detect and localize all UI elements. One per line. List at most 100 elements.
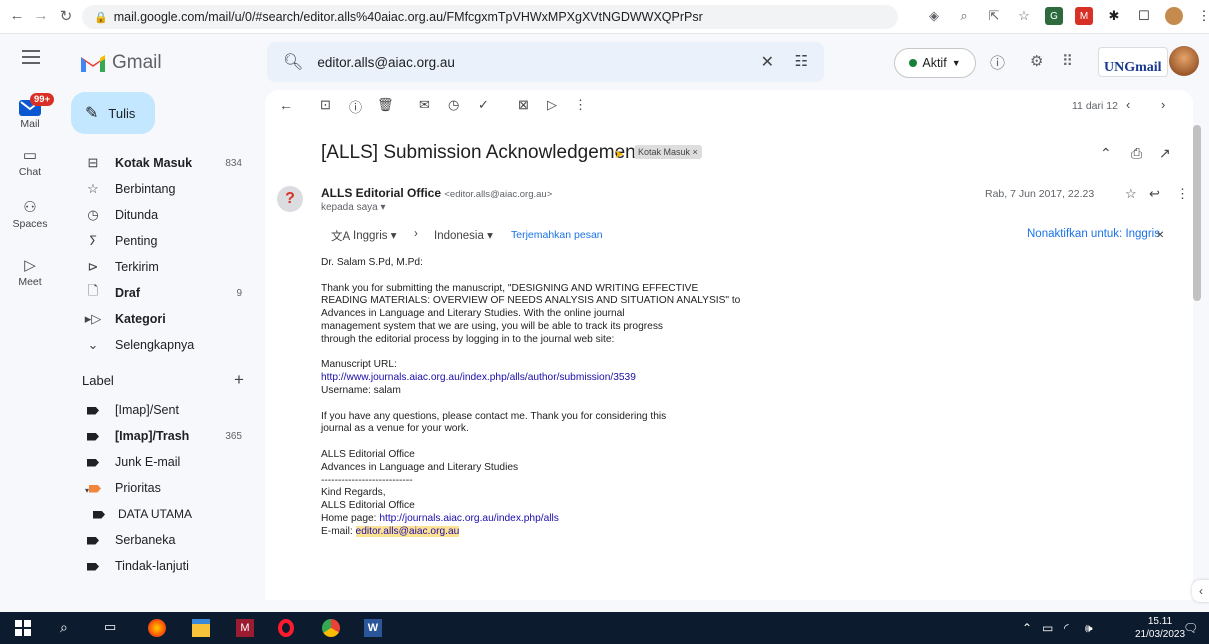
sender-avatar[interactable]: ? <box>277 186 303 212</box>
move-to-icon[interactable]: ⊠ <box>518 97 529 113</box>
menu-icon[interactable] <box>22 50 40 68</box>
side-panel-toggle-icon[interactable]: ‹ <box>1192 580 1209 602</box>
sidebar-label-followup[interactable]: Tindak-lanjuti <box>60 553 262 579</box>
search-bar[interactable]: 🔍︎ ✕ ☷ <box>267 42 824 82</box>
target-language-dropdown[interactable]: Indonesia ▾ <box>434 228 493 242</box>
forward-arrow-icon[interactable]: → <box>30 7 52 24</box>
print-icon[interactable]: ⎙ <box>1131 145 1142 162</box>
volume-icon[interactable]: 🕪︎ <box>1085 621 1093 636</box>
sidebar-item-important[interactable]: ⵢ Penting <box>60 228 262 254</box>
sidebar-label-junk[interactable]: Junk E-mail <box>60 449 262 475</box>
reload-icon[interactable]: ↻ <box>55 7 77 25</box>
extension-icon[interactable]: G <box>1045 7 1063 25</box>
wifi-icon[interactable]: ◜ <box>1064 621 1069 635</box>
bookmark-star-icon[interactable]: ☆ <box>1015 7 1033 25</box>
disable-translation-link[interactable]: Nonaktifkan untuk: Inggris <box>1027 228 1160 240</box>
homepage-link[interactable]: http://journals.aiac.org.au/index.php/al… <box>379 513 559 524</box>
label-icon <box>84 533 102 548</box>
zoom-icon[interactable]: ⌕ <box>955 7 973 25</box>
search-icon[interactable]: 🔍︎ <box>283 52 303 72</box>
draft-icon: 🗋 <box>87 283 99 298</box>
translate-message-link[interactable]: Terjemahkan pesan <box>511 229 603 241</box>
sidebar-item-starred[interactable]: ☆ Berbintang <box>60 176 262 202</box>
rail-spaces[interactable]: ⚇ Spaces <box>0 198 60 230</box>
report-spam-icon[interactable]: ⓘ <box>349 97 362 116</box>
opera-icon[interactable] <box>278 619 294 637</box>
puzzle-icon[interactable]: ✱ <box>1105 7 1123 25</box>
sidebar-label-priority[interactable]: ▾ Prioritas <box>60 475 262 501</box>
profile-icon[interactable] <box>1165 7 1183 25</box>
account-logo[interactable]: UNGmail <box>1098 47 1168 77</box>
important-marker-icon[interactable]: ➤ <box>614 147 624 161</box>
file-explorer-icon[interactable] <box>192 619 210 637</box>
taskbar-clock[interactable]: 15.11 21/03/2023 <box>1135 615 1185 641</box>
tray-chevron-icon[interactable]: ⌃ <box>1022 621 1032 635</box>
more-icon[interactable]: ⋮ <box>1176 186 1189 202</box>
snooze-icon[interactable]: ◷ <box>448 97 459 113</box>
help-icon[interactable]: ⓘ <box>990 52 1005 73</box>
apps-grid-icon[interactable]: ⠿ <box>1062 52 1073 70</box>
scrollbar-thumb[interactable] <box>1193 125 1201 301</box>
recipient-dropdown[interactable]: kepada saya ▾ <box>321 202 386 213</box>
close-icon[interactable]: ✕ <box>1156 230 1164 241</box>
archive-icon[interactable]: ⊡ <box>320 97 331 113</box>
delete-icon[interactable]: 🗑︎ <box>377 97 394 113</box>
category-icon: ▸▷ <box>84 311 102 326</box>
sidebar-item-inbox[interactable]: ⊟ Kotak Masuk 834 <box>60 150 262 176</box>
back-arrow-icon[interactable]: ← <box>6 7 28 24</box>
sidebar-item-sent[interactable]: ⊳ Terkirim <box>60 254 262 280</box>
chrome-icon[interactable] <box>322 619 340 637</box>
next-icon[interactable]: › <box>1161 97 1165 112</box>
windows-taskbar: ⌕ ▭ M W ⌃ ▭ ◜ 🕪︎ 15.11 21/03/2023 🗨︎ <box>0 612 1209 644</box>
more-icon[interactable]: ⋮ <box>1195 7 1209 25</box>
rail-meet[interactable]: ▷ Meet <box>0 256 60 288</box>
firefox-icon[interactable] <box>148 619 166 637</box>
address-bar[interactable]: 🔒 mail.google.com/mail/u/0/#search/edito… <box>82 5 898 29</box>
sidebar-label-misc[interactable]: Serbaneka <box>60 527 262 553</box>
star-icon[interactable]: ☆ <box>1125 186 1137 202</box>
sidebar-item-drafts[interactable]: 🗋 Draf 9 <box>60 280 262 306</box>
sidebar-label-trash[interactable]: [Imap]/Trash 365 <box>60 423 262 449</box>
add-task-icon[interactable]: ✓ <box>478 97 489 113</box>
label-as-icon[interactable]: ▷ <box>547 97 557 113</box>
status-dropdown[interactable]: Aktif ▼ <box>894 48 976 78</box>
source-language-dropdown[interactable]: Inggris ▾ <box>353 228 396 242</box>
prev-icon[interactable]: ‹ <box>1126 97 1130 112</box>
mark-unread-icon[interactable]: ✉ <box>419 97 430 113</box>
settings-icon[interactable]: ⚙ <box>1030 52 1043 70</box>
location-icon[interactable]: ◈ <box>925 7 943 25</box>
sidebar-item-snoozed[interactable]: ◷ Ditunda <box>60 202 262 228</box>
task-view-icon[interactable]: ▭ <box>104 619 122 637</box>
search-icon[interactable]: ⌕ <box>60 619 78 637</box>
battery-icon[interactable]: ▭ <box>1042 621 1053 635</box>
meet-icon: ▷ <box>24 257 36 274</box>
sidebar-label-data-utama[interactable]: DATA UTAMA <box>60 501 262 527</box>
back-icon[interactable]: ← <box>279 97 293 113</box>
sidebar-label-sent[interactable]: [Imap]/Sent <box>60 397 262 423</box>
search-options-icon[interactable]: ☷ <box>795 52 808 70</box>
message-date: Rab, 7 Jun 2017, 22.23 <box>985 188 1095 200</box>
search-input[interactable] <box>317 54 748 70</box>
tab-icon[interactable]: ☐ <box>1135 7 1153 25</box>
sidebar-item-categories[interactable]: ▸▷ Kategori <box>60 306 262 332</box>
inbox-label-chip[interactable]: Kotak Masuk × <box>634 145 702 159</box>
reply-icon[interactable]: ↩ <box>1149 186 1160 202</box>
word-icon[interactable]: W <box>364 619 382 637</box>
open-new-window-icon[interactable]: ↗ <box>1159 145 1171 162</box>
notification-icon[interactable]: 🗨︎ <box>1183 621 1198 635</box>
email-link[interactable]: editor.alls@aiac.org.au <box>355 525 460 537</box>
windows-start-icon[interactable] <box>14 619 32 637</box>
more-icon[interactable]: ⋮ <box>574 97 587 113</box>
mendeley-icon[interactable]: M <box>236 619 254 637</box>
gmail-logo[interactable]: Gmail <box>80 52 162 74</box>
sidebar-item-more[interactable]: ⌄ Selengkapnya <box>60 332 262 358</box>
compose-button[interactable]: ✎ Tulis <box>71 92 155 134</box>
avatar[interactable] <box>1169 46 1199 76</box>
share-icon[interactable]: ⇱ <box>985 7 1003 25</box>
manuscript-link[interactable]: http://www.journals.aiac.org.au/index.ph… <box>321 372 821 385</box>
rail-chat[interactable]: ▭ Chat <box>0 146 60 178</box>
clear-search-icon[interactable]: ✕ <box>761 52 774 72</box>
add-label-icon[interactable]: + <box>234 370 244 390</box>
extension-red-icon[interactable]: M <box>1075 7 1093 25</box>
collapse-icon[interactable]: ⌃ <box>1100 145 1112 162</box>
